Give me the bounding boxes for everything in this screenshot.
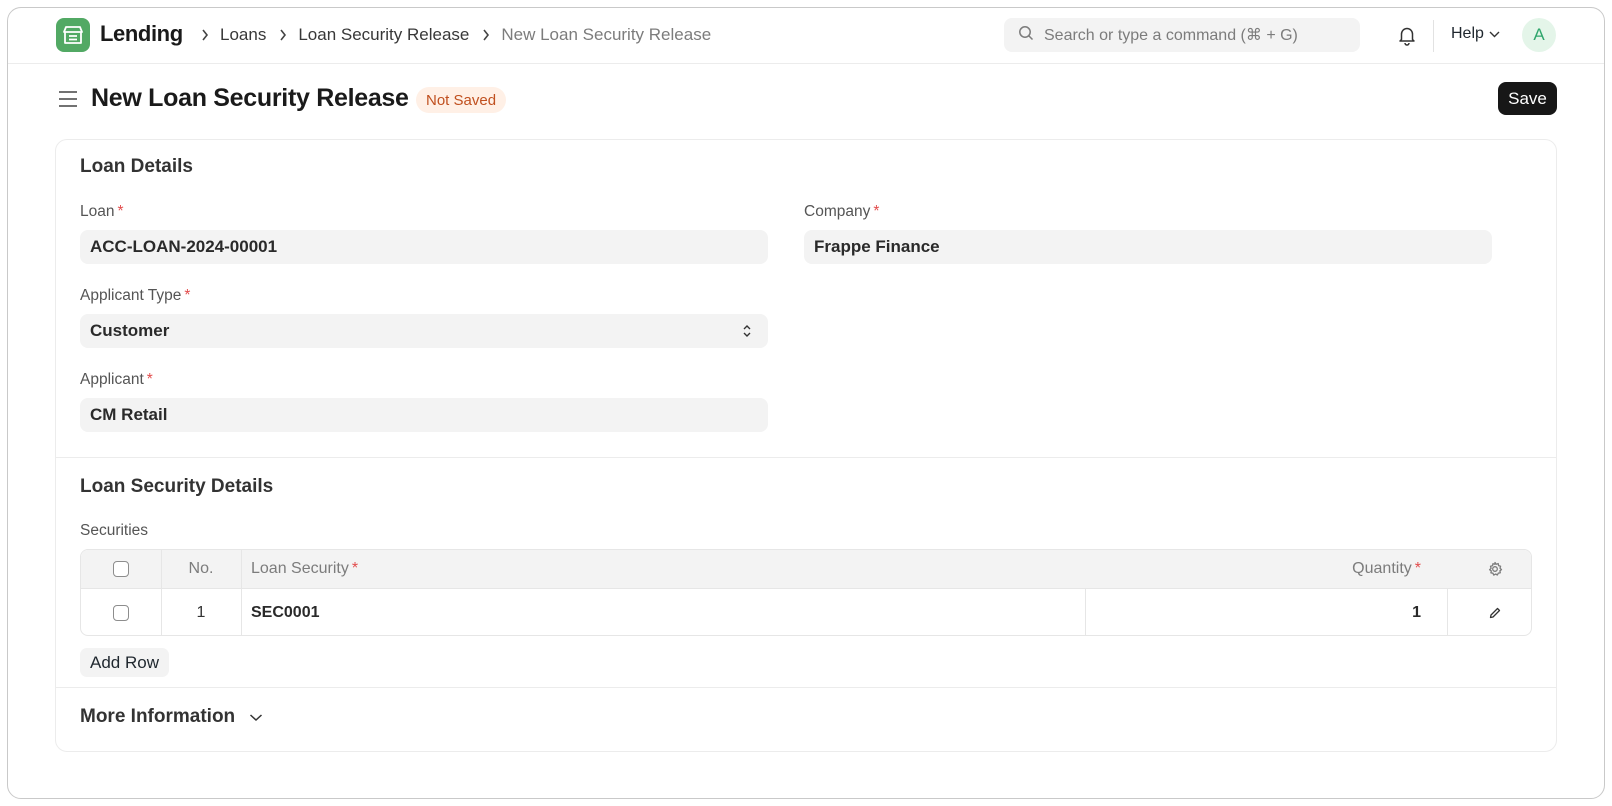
save-button[interactable]: Save [1498,82,1557,115]
breadcrumb: Loans Loan Security Release New Loan Sec… [194,25,717,45]
row-checkbox[interactable] [113,589,129,635]
app-name[interactable]: Lending [100,21,183,47]
header-loan-security-text: Loan Security [251,560,349,577]
page-title: New Loan Security Release [91,84,409,112]
chevron-down-icon [1489,25,1500,43]
table-row[interactable]: 1 SEC0001 1 [81,589,1531,635]
navbar-divider [1433,20,1434,52]
row-no: 1 [196,604,206,621]
more-information-toggle[interactable]: More Information [80,706,263,728]
securities-table: No. Loan Security * Quantity * 1 SEC0001… [80,549,1532,636]
bell-icon[interactable] [1396,24,1418,46]
applicant-type-value: Customer [90,321,170,340]
select-caret-icon [742,323,752,344]
applicant-type-select[interactable]: Customer [80,314,768,348]
row-loan-security[interactable]: SEC0001 [251,589,320,635]
header-quantity-text: Quantity [1352,560,1412,577]
header-no: No. [188,560,214,577]
search-placeholder: Search or type a command (⌘ + G) [1044,27,1298,44]
chevron-right-icon [272,29,294,41]
breadcrumb-loan-security-release[interactable]: Loan Security Release [294,25,475,45]
app-window: Lending Loans Loan Security Release New … [7,7,1605,799]
required-marker: * [1414,560,1421,577]
securities-label: Securities [80,522,149,539]
applicant-label-text: Applicant [80,371,144,388]
help-dropdown[interactable]: Help [1451,25,1500,43]
column-divider [241,550,242,588]
breadcrumb-current: New Loan Security Release [501,25,712,44]
chevron-down-icon [249,706,263,728]
company-field[interactable]: Frappe Finance [804,230,1492,264]
section-divider [56,457,1556,458]
section-title-loan-security-details: Loan Security Details [80,476,274,497]
form-card: Loan Details Loan * ACC-LOAN-2024-00001 C… [55,139,1557,752]
search-input[interactable]: Search or type a command (⌘ + G) [1004,18,1360,52]
applicant-type-label-text: Applicant Type [80,287,182,304]
applicant-label: Applicant * [80,371,153,389]
search-icon [1018,25,1034,46]
table-header: No. Loan Security * Quantity * [81,550,1531,589]
select-all-checkbox[interactable] [113,550,129,588]
applicant-type-label: Applicant Type * [80,287,190,305]
status-badge: Not Saved [416,87,507,113]
header-loan-security: Loan Security * [251,550,358,588]
required-marker: * [117,203,124,220]
applicant-field[interactable]: CM Retail [80,398,768,432]
required-marker: * [351,560,359,577]
app-logo-icon[interactable] [56,18,90,52]
loan-field[interactable]: ACC-LOAN-2024-00001 [80,230,768,264]
loan-label-text: Loan [80,203,115,220]
header-quantity: Quantity * [1201,550,1421,588]
required-marker: * [184,287,191,304]
company-label-text: Company [804,203,871,220]
column-divider [1447,589,1448,635]
column-divider [241,589,242,635]
row-quantity[interactable]: 1 [1201,589,1421,635]
breadcrumb-loans[interactable]: Loans [216,25,272,45]
required-marker: * [146,371,153,388]
chevron-right-icon [475,29,497,41]
avatar[interactable]: A [1522,18,1556,52]
edit-pencil-icon[interactable] [1455,589,1531,635]
required-marker: * [873,203,880,220]
navbar: Lending Loans Loan Security Release New … [8,8,1604,64]
help-label: Help [1451,25,1484,42]
hamburger-icon[interactable] [58,90,78,108]
column-divider [1085,589,1086,635]
section-title-loan-details: Loan Details [80,156,193,177]
settings-gear-icon[interactable] [1455,550,1531,588]
loan-label: Loan * [80,203,124,221]
section-divider [56,687,1556,688]
more-information-title: More Information [80,706,236,727]
chevron-right-icon [194,29,216,41]
company-label: Company * [804,203,879,221]
add-row-button[interactable]: Add Row [80,648,169,677]
